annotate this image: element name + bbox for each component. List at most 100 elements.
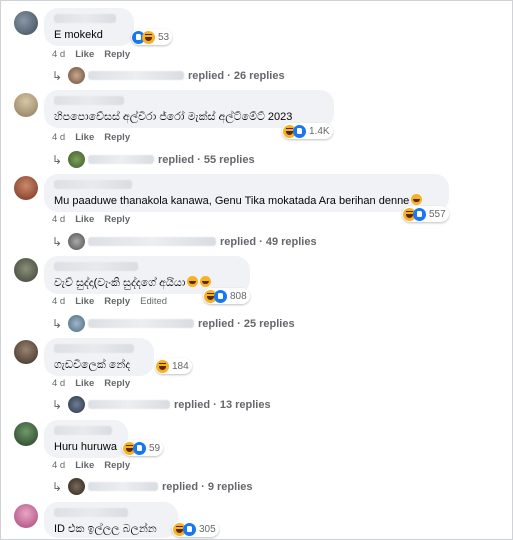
commenter-avatar[interactable] [14, 504, 38, 528]
commenter-name[interactable] [54, 262, 138, 271]
comment-time[interactable]: 4 d [52, 49, 65, 60]
replier-avatar [68, 233, 85, 250]
reaction-count: 53 [158, 31, 170, 43]
replies-count[interactable]: replied · 55 replies [158, 154, 255, 166]
like-button[interactable]: Like [75, 460, 94, 471]
replier-avatar [68, 478, 85, 495]
reaction-summary[interactable]: 59 [122, 440, 164, 456]
commenter-name[interactable] [54, 344, 134, 353]
comment-text: ID එක ඉල්ලල බලන්න [54, 523, 157, 535]
replier-avatar [68, 67, 85, 84]
comment-actions: 4 d Like Reply [52, 460, 130, 471]
commenter-avatar[interactable] [14, 176, 38, 200]
view-replies-link[interactable]: ↳ replied · 55 replies [52, 151, 255, 168]
grin-emoji-icon [200, 276, 212, 287]
comment-bubble: ගැඩවිලෙක් නේද [44, 338, 154, 376]
view-replies-link[interactable]: ↳ replied · 9 replies [52, 478, 252, 495]
comment-bubble: ID එක ඉල්ලල බලන්න [44, 502, 178, 538]
commenter-name[interactable] [54, 96, 124, 105]
view-replies-link[interactable]: ↳ replied · 25 replies [52, 315, 295, 332]
reply-button[interactable]: Reply [104, 132, 130, 143]
reaction-count: 808 [230, 290, 247, 302]
reaction-summary[interactable]: 557 [402, 206, 449, 222]
comment-actions: 4 d Like Reply [52, 132, 130, 143]
reaction-summary[interactable]: 184 [155, 358, 192, 374]
replier-name [88, 400, 170, 409]
commenter-avatar[interactable] [14, 340, 38, 364]
comment-actions: 4 d Like Reply Edited [52, 296, 167, 307]
comment-text-body: Mu paaduwe thanakola kanawa, Genu Tika m… [54, 195, 410, 207]
replier-avatar [68, 396, 85, 413]
replies-count[interactable]: replied · 13 replies [174, 399, 271, 411]
replier-avatar [68, 315, 85, 332]
comment-bubble: Mu paaduwe thanakola kanawa, Genu Tika m… [44, 174, 449, 212]
like-reaction-icon [214, 289, 227, 303]
reply-arrow-icon: ↳ [52, 152, 63, 167]
grin-emoji-icon [187, 276, 199, 287]
comment-actions: 4 d Like Reply [52, 49, 130, 60]
reply-button[interactable]: Reply [104, 214, 130, 225]
like-reaction-icon [133, 441, 146, 455]
view-replies-link[interactable]: ↳ replied · 26 replies [52, 67, 285, 84]
reply-arrow-icon: ↳ [52, 234, 63, 249]
comment-bubble: E mokekd [44, 8, 134, 46]
reply-button[interactable]: Reply [104, 460, 130, 471]
reaction-summary[interactable]: 1.4K [282, 123, 333, 139]
reaction-summary[interactable]: 53 [131, 29, 173, 45]
comment-text: Huru huruwa [54, 441, 117, 453]
commenter-avatar[interactable] [14, 93, 38, 117]
view-replies-link[interactable]: ↳ replied · 49 replies [52, 233, 317, 250]
replies-count[interactable]: replied · 9 replies [162, 481, 252, 493]
replies-count[interactable]: replied · 25 replies [198, 318, 295, 330]
reply-button[interactable]: Reply [104, 378, 130, 389]
commenter-name[interactable] [54, 14, 116, 23]
like-button[interactable]: Like [75, 132, 94, 143]
like-reaction-icon [183, 522, 196, 536]
reply-arrow-icon: ↳ [52, 397, 63, 412]
commenter-name[interactable] [54, 508, 128, 517]
reaction-count: 305 [199, 523, 216, 535]
reply-button[interactable]: Reply [104, 49, 130, 60]
commenter-name[interactable] [54, 180, 132, 189]
reaction-summary[interactable]: 305 [172, 521, 219, 537]
like-button[interactable]: Like [75, 296, 94, 307]
replier-name [88, 237, 216, 246]
commenter-avatar[interactable] [14, 11, 38, 35]
like-button[interactable]: Like [75, 49, 94, 60]
like-button[interactable]: Like [75, 378, 94, 389]
comment-actions: 4 d Like Reply [52, 214, 130, 225]
comment-actions: 4 d Like Reply [52, 378, 130, 389]
like-reaction-icon [413, 207, 426, 221]
reaction-summary[interactable]: 808 [203, 288, 250, 304]
reaction-count: 184 [172, 360, 189, 372]
commenter-avatar[interactable] [14, 258, 38, 282]
replier-name [88, 482, 158, 491]
like-button[interactable]: Like [75, 214, 94, 225]
comment-time[interactable]: 4 d [52, 378, 65, 389]
reply-arrow-icon: ↳ [52, 479, 63, 494]
comment-time[interactable]: 4 d [52, 132, 65, 143]
haha-reaction-icon [142, 30, 155, 44]
comment-time[interactable]: 4 d [52, 214, 65, 225]
comment-bubble: Huru huruwa [44, 420, 128, 458]
commenter-name[interactable] [54, 426, 112, 435]
replier-name [88, 155, 154, 164]
comment-time[interactable]: 4 d [52, 296, 65, 307]
comment-text-body: වැව් සුද්දා(වැංකි සුද්දගේ අයියා [54, 277, 186, 289]
commenter-avatar[interactable] [14, 422, 38, 446]
reply-arrow-icon: ↳ [52, 68, 63, 83]
replies-count[interactable]: replied · 49 replies [220, 236, 317, 248]
replier-avatar [68, 151, 85, 168]
reaction-count: 59 [149, 442, 161, 454]
grin-emoji-icon [411, 194, 423, 205]
replies-count[interactable]: replied · 26 replies [188, 70, 285, 82]
edited-label: Edited [140, 296, 168, 307]
comment-text: E mokekd [54, 29, 103, 41]
view-replies-link[interactable]: ↳ replied · 13 replies [52, 396, 271, 413]
comment-text: ගැඩවිලෙක් නේද [54, 359, 131, 371]
comment-time[interactable]: 4 d [52, 460, 65, 471]
reaction-count: 557 [429, 208, 446, 220]
replier-name [88, 71, 184, 80]
reply-button[interactable]: Reply [104, 296, 130, 307]
haha-reaction-icon [156, 359, 169, 373]
